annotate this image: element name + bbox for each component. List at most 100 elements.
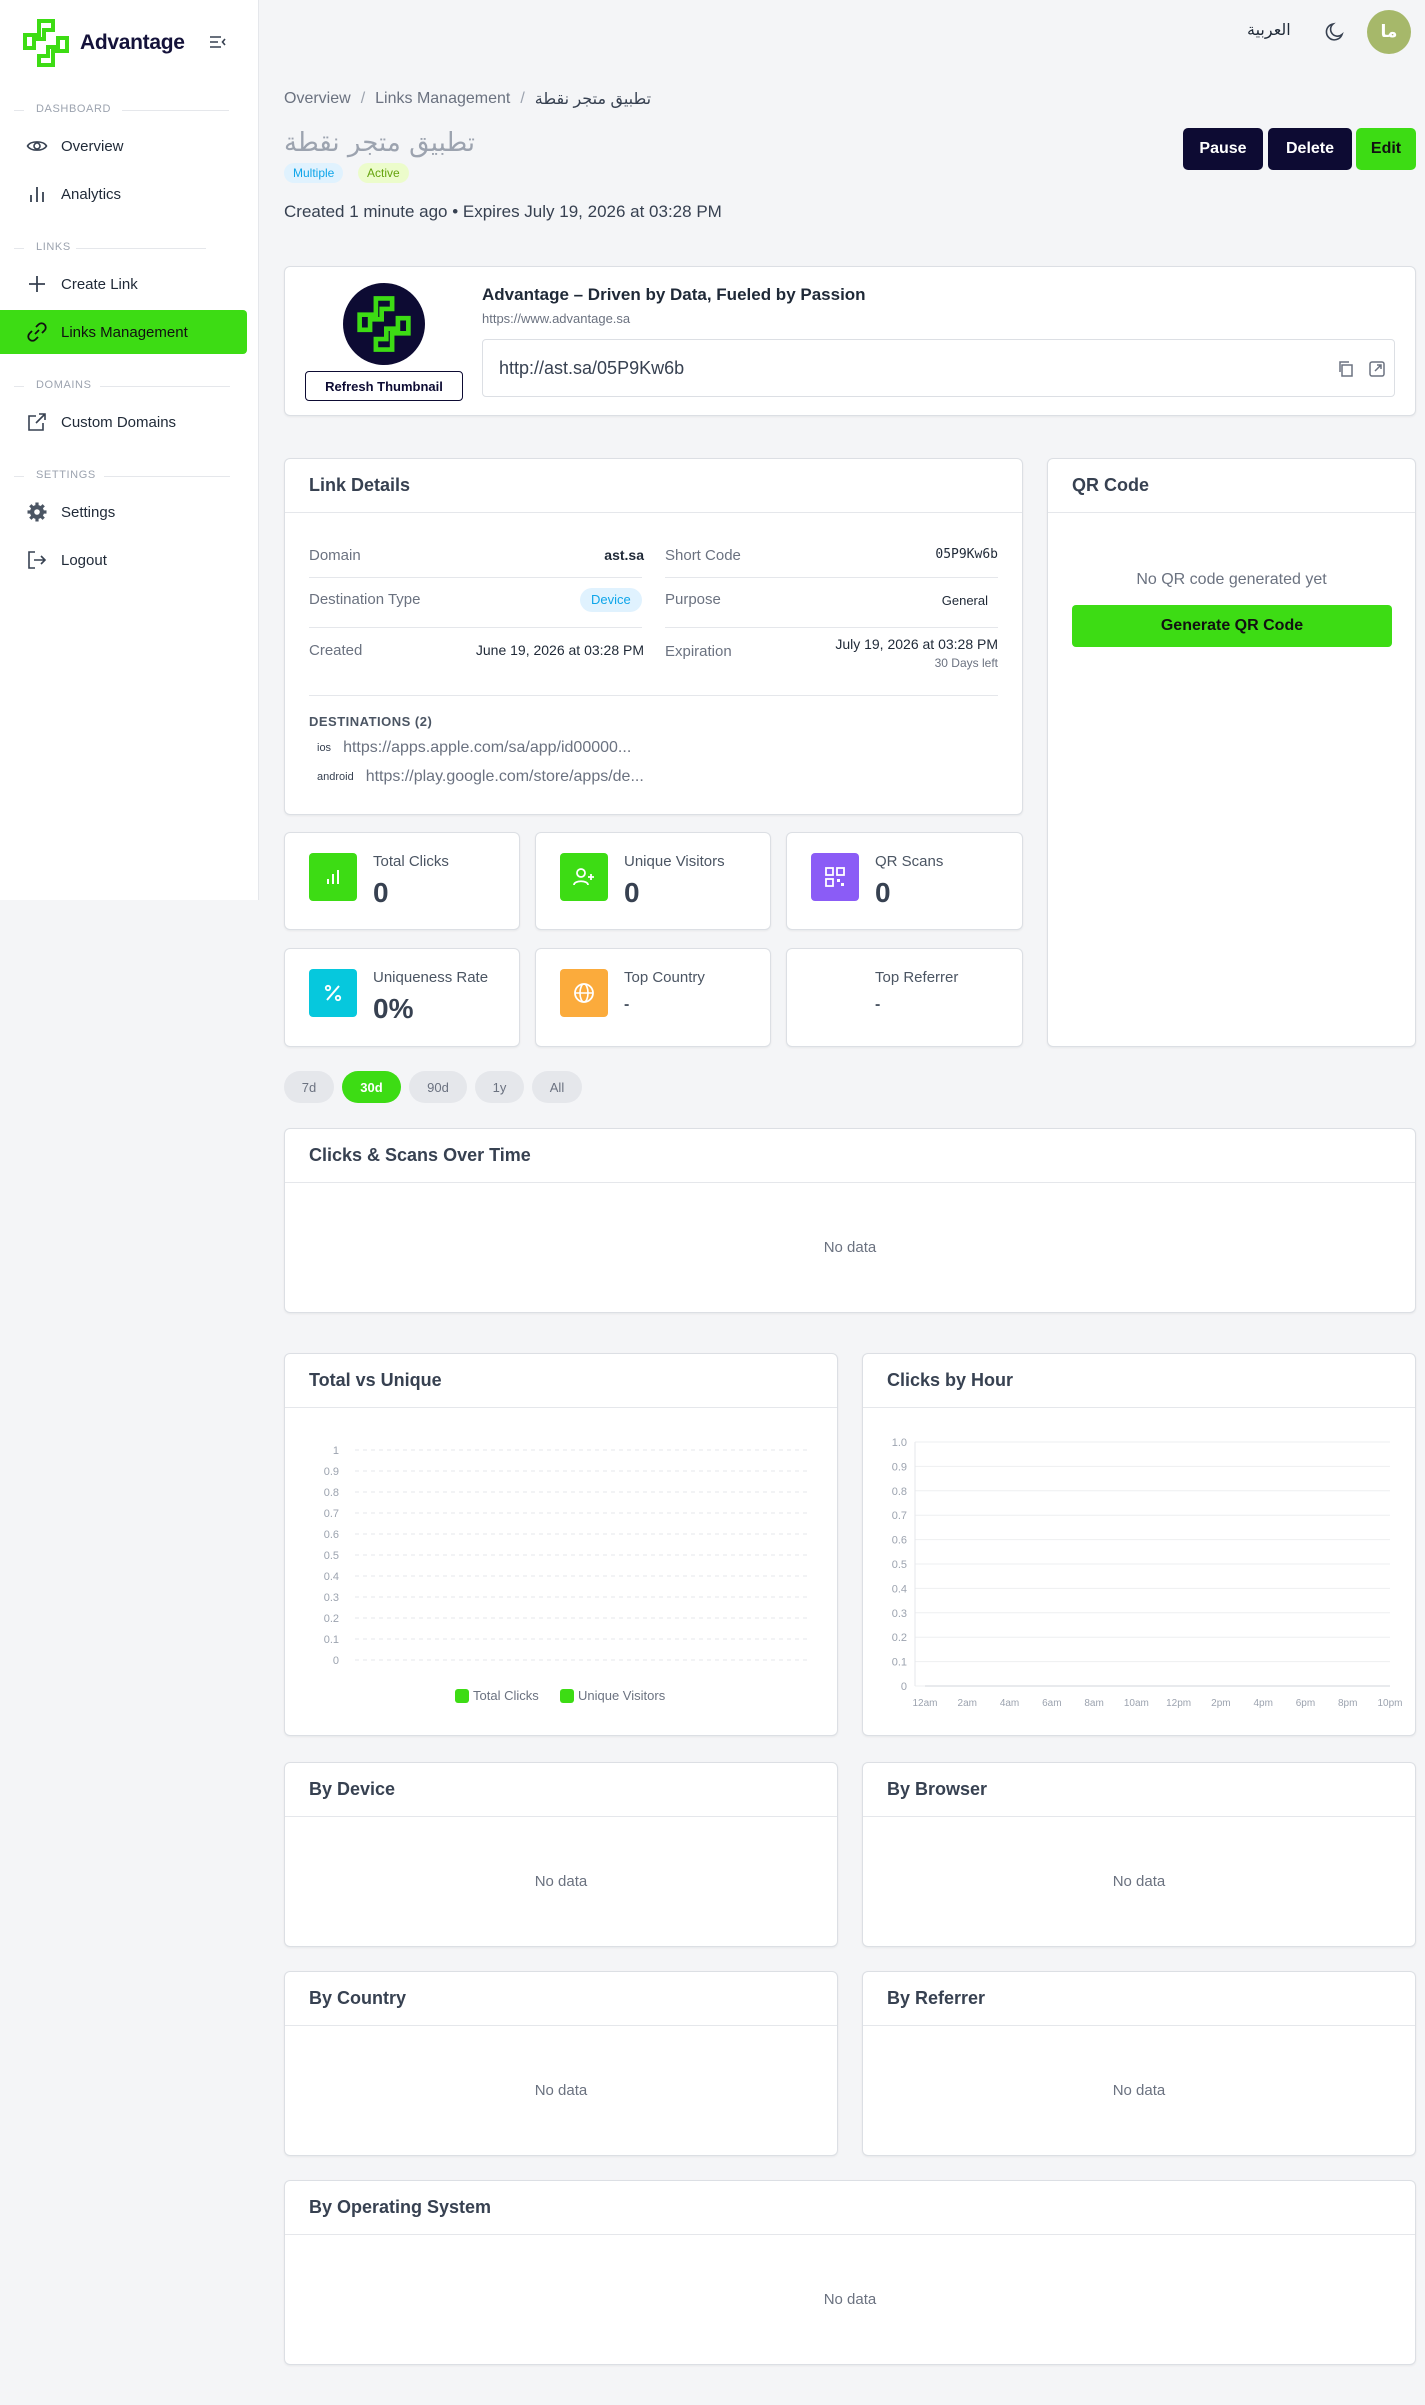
breadcrumb-separator: / — [520, 90, 525, 107]
stat-card-total-clicks: Total Clicks 0 — [284, 832, 520, 930]
destination-row[interactable]: android https://play.google.com/store/ap… — [309, 768, 644, 786]
generate-qr-button[interactable]: Generate QR Code — [1072, 605, 1392, 647]
open-external-icon[interactable] — [1367, 359, 1387, 379]
sidebar-item-logout[interactable]: Logout — [0, 538, 247, 582]
sidebar-item-overview[interactable]: Overview — [0, 124, 247, 168]
divider — [665, 627, 998, 628]
qr-empty-text: No QR code generated yet — [1136, 571, 1327, 588]
divider — [76, 248, 206, 249]
x-tick-label: 10am — [1124, 1698, 1149, 1709]
divider — [14, 476, 24, 477]
sidebar-item-settings[interactable]: Settings — [0, 490, 247, 534]
delete-button[interactable]: Delete — [1268, 128, 1352, 170]
sidebar-item-custom-domains[interactable]: Custom Domains — [0, 400, 247, 444]
x-tick-label: 12pm — [1166, 1698, 1191, 1709]
legend-label: Unique Visitors — [578, 1688, 666, 1703]
collapse-sidebar-icon[interactable] — [208, 32, 228, 52]
range-tab-30d[interactable]: 30d — [342, 1071, 401, 1103]
copy-icon[interactable] — [1336, 359, 1356, 379]
divider — [100, 386, 230, 387]
plus-icon — [26, 273, 48, 295]
destination-type-badge: Device — [580, 588, 642, 612]
x-tick-label: 4am — [1000, 1698, 1019, 1709]
divider — [14, 110, 24, 111]
brand[interactable]: Advantage — [22, 18, 185, 68]
sidebar-item-label: Create Link — [61, 275, 138, 293]
globe-icon — [560, 969, 608, 1017]
pause-button[interactable]: Pause — [1183, 128, 1263, 170]
card-title: By Operating System — [285, 2181, 1415, 2235]
legend-item-total-clicks[interactable]: Total Clicks — [455, 1688, 539, 1703]
destination-row[interactable]: ios https://apps.apple.com/sa/app/id0000… — [309, 739, 631, 757]
range-tab-all[interactable]: All — [532, 1071, 582, 1103]
bar-chart-icon — [309, 853, 357, 901]
no-data-text: No data — [1112, 2082, 1166, 2099]
sidebar-item-links-management[interactable]: Links Management — [0, 310, 247, 354]
by-operating-system-card: By Operating System No data — [284, 2180, 1416, 2365]
y-tick-label: 0 — [333, 1655, 339, 1667]
edit-button[interactable]: Edit — [1356, 128, 1416, 170]
link-icon — [26, 321, 48, 343]
breadcrumb-links-management[interactable]: Links Management — [375, 90, 510, 108]
stat-value: 0% — [373, 993, 414, 1024]
domain-label: Domain — [309, 547, 361, 564]
range-tab-1y[interactable]: 1y — [475, 1071, 524, 1103]
y-tick-label: 0.3 — [324, 1592, 339, 1604]
legend-label: Total Clicks — [473, 1688, 539, 1703]
y-tick-label: 0.9 — [892, 1461, 907, 1473]
avatar[interactable]: ما — [1367, 10, 1411, 54]
destination-tag: android — [317, 771, 354, 783]
no-data-text: No data — [823, 1239, 877, 1256]
domain-value: ast.sa — [604, 547, 644, 563]
destination-url: https://apps.apple.com/sa/app/id00000... — [343, 739, 632, 756]
no-data-text: No data — [534, 1873, 588, 1890]
destination-type-label: Destination Type — [309, 591, 421, 608]
range-tab-7d[interactable]: 7d — [284, 1071, 334, 1103]
created-value: June 19, 2026 at 03:28 PM — [475, 642, 644, 658]
qr-icon — [811, 853, 859, 901]
card-title: By Browser — [863, 1763, 1415, 1817]
legend-item-unique-visitors[interactable]: Unique Visitors — [560, 1688, 665, 1703]
short-code-label: Short Code — [665, 547, 741, 564]
divider — [309, 695, 998, 696]
y-tick-label: 0.2 — [324, 1613, 339, 1625]
language-switch[interactable]: العربية — [1247, 20, 1291, 40]
y-tick-label: 0.9 — [324, 1466, 339, 1478]
y-tick-label: 0.8 — [892, 1486, 907, 1498]
by-browser-card: By Browser No data — [862, 1762, 1416, 1947]
user-plus-icon — [560, 853, 608, 901]
short-url-field[interactable]: http://ast.sa/05P9Kw6b — [482, 339, 1395, 397]
created-label: Created — [309, 642, 363, 659]
x-tick-label: 4pm — [1253, 1698, 1272, 1709]
destinations-heading: DESTINATIONS (2) — [309, 714, 433, 729]
stat-value: - — [875, 996, 881, 1013]
y-tick-label: 0.4 — [892, 1583, 907, 1595]
stat-value: 0 — [875, 877, 891, 908]
card-title: By Referrer — [863, 1972, 1415, 2026]
x-tick-label: 12am — [912, 1698, 937, 1709]
moon-icon[interactable] — [1323, 20, 1347, 44]
y-tick-label: 0.3 — [892, 1608, 907, 1620]
gear-icon — [26, 501, 48, 523]
sidebar-item-create-link[interactable]: Create Link — [0, 262, 247, 306]
y-tick-label: 0 — [901, 1681, 907, 1693]
total-vs-unique-card: Total vs Unique 0 0.1 0.2 0.3 0.4 0.5 0.6 0.7 0.… — [284, 1353, 838, 1736]
site-url[interactable]: https://www.advantage.sa — [482, 311, 630, 326]
logout-icon — [26, 549, 48, 571]
created-expiry-text: Created 1 minute ago • Expires July 19, … — [284, 202, 722, 221]
card-title: By Country — [285, 1972, 837, 2026]
range-tab-90d[interactable]: 90d — [409, 1071, 467, 1103]
sidebar-item-analytics[interactable]: Analytics — [0, 172, 247, 216]
stat-label: Uniqueness Rate — [373, 969, 489, 986]
breadcrumb-separator: / — [360, 90, 366, 107]
clicks-by-hour-chart: 0 0.1 0.2 0.3 0.4 0.5 0.6 0.7 0.8 0.9 1.0 12am 2am 4a… — [892, 1437, 1403, 1709]
destination-url: https://play.google.com/store/apps/de... — [365, 768, 644, 785]
purpose-label: Purpose — [665, 591, 721, 608]
breadcrumb-overview[interactable]: Overview — [284, 90, 351, 108]
thumbnail — [343, 283, 425, 365]
brand-name: Advantage — [80, 31, 185, 54]
status-badge: Active — [358, 163, 409, 183]
days-left: 30 Days left — [934, 656, 998, 670]
x-tick-label: 6am — [1042, 1698, 1061, 1709]
refresh-thumbnail-button[interactable]: Refresh Thumbnail — [305, 371, 463, 401]
